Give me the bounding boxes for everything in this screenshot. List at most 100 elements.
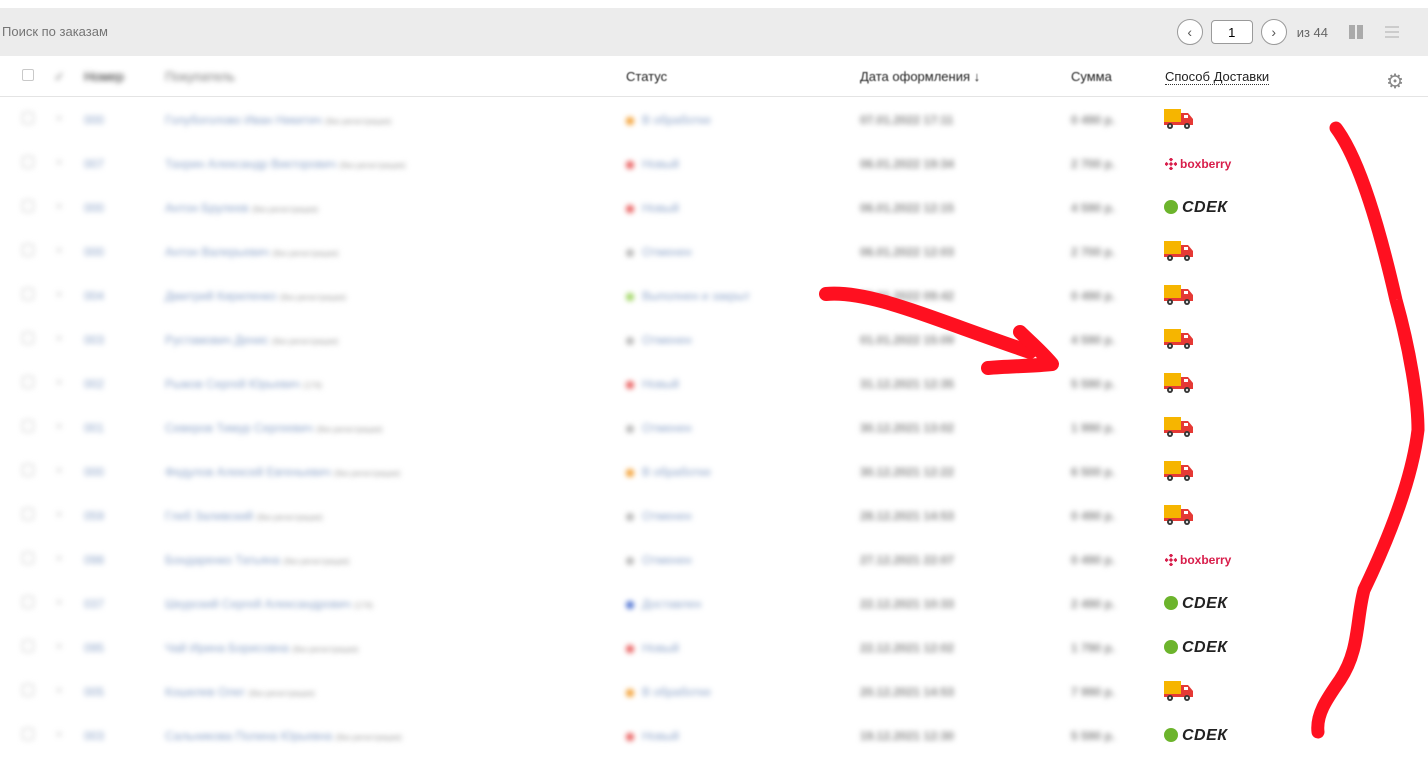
row-pin-icon[interactable]: ○ bbox=[56, 465, 62, 476]
table-row[interactable]: ○ 037 Шкурский Сергей Александрович (174… bbox=[0, 582, 1428, 626]
order-number[interactable]: 001 bbox=[84, 421, 104, 435]
buyer-name[interactable]: Глеб Заливский bbox=[165, 509, 253, 523]
buyer-cell[interactable]: Антон Валерьевич (без регистрации) bbox=[165, 245, 339, 259]
buyer-name[interactable]: Бондаренко Татьяна bbox=[165, 553, 280, 567]
table-row[interactable]: ○ 007 Тахрин Александр Викторович (без р… bbox=[0, 142, 1428, 186]
order-number[interactable]: 000 bbox=[84, 201, 104, 215]
buyer-cell[interactable]: Антон Брулеев (без регистрации) bbox=[165, 201, 318, 215]
row-checkbox[interactable] bbox=[22, 156, 34, 168]
table-row[interactable]: ○ 000 Антон Брулеев (без регистрации) Но… bbox=[0, 186, 1428, 230]
row-pin-icon[interactable]: ○ bbox=[56, 377, 62, 388]
order-number[interactable]: 000 bbox=[84, 465, 104, 479]
buyer-cell[interactable]: Рустамович Денис (без регистрации) bbox=[165, 333, 338, 347]
row-checkbox[interactable] bbox=[22, 684, 34, 696]
buyer-name[interactable]: Голубоголово Иван Никитич bbox=[165, 113, 322, 127]
row-pin-icon[interactable]: ○ bbox=[56, 289, 62, 300]
buyer-name[interactable]: Шкурский Сергей Александрович bbox=[165, 597, 351, 611]
table-row[interactable]: ○ 095 Чай Ирина Борисовна (без регистрац… bbox=[0, 626, 1428, 670]
row-checkbox[interactable] bbox=[22, 464, 34, 476]
order-number[interactable]: 005 bbox=[84, 685, 104, 699]
buyer-cell[interactable]: Рыжов Сергей Юрьевич (174) bbox=[165, 377, 322, 391]
row-pin-icon[interactable]: ○ bbox=[56, 509, 62, 520]
page-number-input[interactable] bbox=[1210, 20, 1253, 44]
row-checkbox[interactable] bbox=[22, 244, 34, 256]
buyer-name[interactable]: Тахрин Александр Викторович bbox=[165, 157, 336, 171]
buyer-cell[interactable]: Северов Тимур Сергеевич (без регистрации… bbox=[165, 421, 383, 435]
buyer-cell[interactable]: Шкурский Сергей Александрович (174) bbox=[165, 597, 373, 611]
row-checkbox[interactable] bbox=[22, 288, 34, 300]
order-number[interactable]: 002 bbox=[84, 377, 104, 391]
table-row[interactable]: ○ 003 Сальникова Полина Юрьевна (без рег… bbox=[0, 714, 1428, 758]
buyer-cell[interactable]: Бондаренко Татьяна (без регистрации) bbox=[165, 553, 350, 567]
buyer-name[interactable]: Антон Брулеев bbox=[165, 201, 249, 215]
order-number[interactable]: 000 bbox=[84, 113, 104, 127]
table-row[interactable]: ○ 000 Антон Валерьевич (без регистрации)… bbox=[0, 230, 1428, 274]
row-pin-icon[interactable]: ○ bbox=[56, 553, 62, 564]
buyer-name[interactable]: Антон Валерьевич bbox=[165, 245, 269, 259]
buyer-name[interactable]: Кошелев Олег bbox=[165, 685, 245, 699]
order-number[interactable]: 003 bbox=[84, 729, 104, 743]
table-row[interactable]: ○ 098 Бондаренко Татьяна (без регистраци… bbox=[0, 538, 1428, 582]
gear-icon[interactable]: ⚙ bbox=[1386, 69, 1404, 94]
table-row[interactable]: ○ 059 Глеб Заливский (без регистрации) О… bbox=[0, 494, 1428, 538]
col-sum[interactable]: Сумма bbox=[1071, 69, 1112, 84]
row-checkbox[interactable] bbox=[22, 200, 34, 212]
row-checkbox[interactable] bbox=[22, 112, 34, 124]
buyer-name[interactable]: Чай Ирина Борисовна bbox=[165, 641, 289, 655]
row-pin-icon[interactable]: ○ bbox=[56, 729, 62, 740]
col-delivery[interactable]: Способ Доставки bbox=[1165, 69, 1270, 85]
row-checkbox[interactable] bbox=[22, 596, 34, 608]
order-number[interactable]: 004 bbox=[84, 289, 104, 303]
col-number[interactable]: Номер bbox=[84, 69, 124, 84]
row-pin-icon[interactable]: ○ bbox=[56, 333, 62, 344]
search-input[interactable] bbox=[2, 24, 302, 39]
buyer-cell[interactable]: Тахрин Александр Викторович (без регистр… bbox=[165, 157, 406, 171]
buyer-name[interactable]: Сальникова Полина Юрьевна bbox=[165, 729, 332, 743]
col-buyer[interactable]: Покупатель bbox=[165, 69, 235, 84]
prev-page-button[interactable]: ‹ bbox=[1176, 19, 1203, 45]
table-row[interactable]: ○ 004 Дмитрий Кириленко (без регистрации… bbox=[0, 274, 1428, 318]
table-row[interactable]: ○ 001 Северов Тимур Сергеевич (без регис… bbox=[0, 406, 1428, 450]
table-row[interactable]: ○ 000 Федулов Алексей Евгеньевич (без ре… bbox=[0, 450, 1428, 494]
order-number[interactable]: 000 bbox=[84, 245, 104, 259]
order-number[interactable]: 007 bbox=[84, 157, 104, 171]
buyer-name[interactable]: Дмитрий Кириленко bbox=[165, 289, 276, 303]
order-number[interactable]: 003 bbox=[84, 333, 104, 347]
row-checkbox[interactable] bbox=[22, 376, 34, 388]
order-number[interactable]: 098 bbox=[84, 553, 104, 567]
row-pin-icon[interactable]: ○ bbox=[56, 157, 62, 168]
next-page-button[interactable]: › bbox=[1260, 19, 1287, 45]
buyer-name[interactable]: Рустамович Денис bbox=[165, 333, 269, 347]
row-checkbox[interactable] bbox=[22, 332, 34, 344]
list-view-icon[interactable] bbox=[1384, 24, 1400, 40]
col-status[interactable]: Статус bbox=[626, 69, 667, 84]
buyer-cell[interactable]: Чай Ирина Борисовна (без регистрации) bbox=[165, 641, 358, 655]
row-checkbox[interactable] bbox=[22, 728, 34, 740]
buyer-cell[interactable]: Глеб Заливский (без регистрации) bbox=[165, 509, 323, 523]
row-pin-icon[interactable]: ○ bbox=[56, 641, 62, 652]
buyer-name[interactable]: Северов Тимур Сергеевич bbox=[165, 421, 313, 435]
buyer-cell[interactable]: Кошелев Олег (без регистрации) bbox=[165, 685, 315, 699]
row-pin-icon[interactable]: ○ bbox=[56, 201, 62, 212]
buyer-name[interactable]: Рыжов Сергей Юрьевич bbox=[165, 377, 300, 391]
row-checkbox[interactable] bbox=[22, 640, 34, 652]
row-checkbox[interactable] bbox=[22, 508, 34, 520]
table-row[interactable]: ○ 000 Голубоголово Иван Никитич (без рег… bbox=[0, 98, 1428, 142]
order-number[interactable]: 095 bbox=[84, 641, 104, 655]
row-pin-icon[interactable]: ○ bbox=[56, 245, 62, 256]
buyer-cell[interactable]: Голубоголово Иван Никитич (без регистрац… bbox=[165, 113, 391, 127]
table-row[interactable]: ○ 002 Рыжов Сергей Юрьевич (174) Новый 3… bbox=[0, 362, 1428, 406]
table-row[interactable]: ○ 005 Кошелев Олег (без регистрации) В о… bbox=[0, 670, 1428, 714]
grid-view-icon[interactable] bbox=[1348, 24, 1364, 40]
select-all-checkbox[interactable] bbox=[22, 69, 34, 81]
row-pin-icon[interactable]: ○ bbox=[56, 421, 62, 432]
buyer-cell[interactable]: Федулов Алексей Евгеньевич (без регистра… bbox=[165, 465, 400, 479]
buyer-name[interactable]: Федулов Алексей Евгеньевич bbox=[165, 465, 331, 479]
row-pin-icon[interactable]: ○ bbox=[56, 113, 62, 124]
row-checkbox[interactable] bbox=[22, 420, 34, 432]
order-number[interactable]: 037 bbox=[84, 597, 104, 611]
col-date[interactable]: Дата оформления ↓ bbox=[860, 69, 980, 84]
row-pin-icon[interactable]: ○ bbox=[56, 685, 62, 696]
row-checkbox[interactable] bbox=[22, 552, 34, 564]
order-number[interactable]: 059 bbox=[84, 509, 104, 523]
